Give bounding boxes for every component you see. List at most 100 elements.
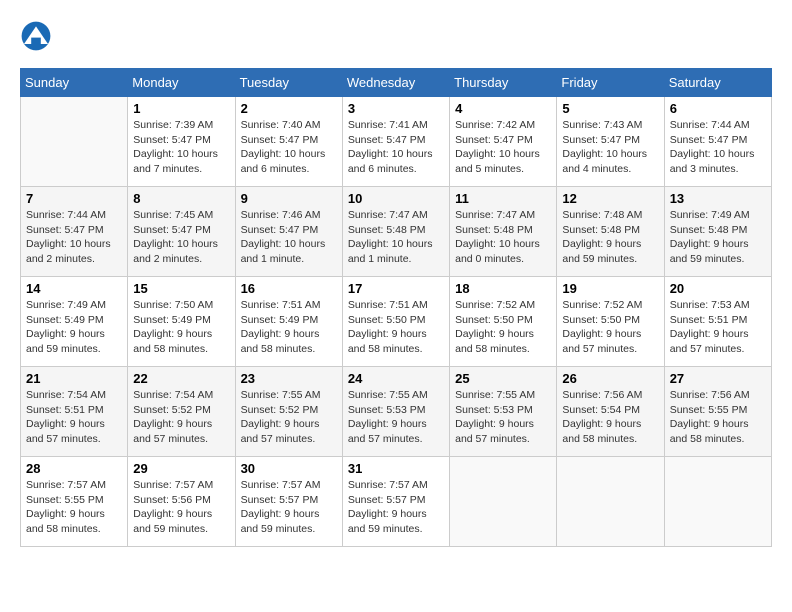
calendar-body: 1 Sunrise: 7:39 AMSunset: 5:47 PMDaylight…	[21, 97, 772, 547]
day-number: 12	[562, 191, 658, 206]
calendar-cell: 8Sunrise: 7:45 AMSunset: 5:47 PMDaylight…	[128, 187, 235, 277]
day-header-friday: Friday	[557, 69, 664, 97]
day-number: 29	[133, 461, 229, 476]
day-number: 24	[348, 371, 444, 386]
cell-info: Sunrise: 7:57 AMSunset: 5:56 PMDaylight:…	[133, 478, 229, 537]
day-header-thursday: Thursday	[450, 69, 557, 97]
calendar-week-row: 1 Sunrise: 7:39 AMSunset: 5:47 PMDaylight…	[21, 97, 772, 187]
day-number: 25	[455, 371, 551, 386]
cell-info: Sunrise: 7:55 AMSunset: 5:53 PMDaylight:…	[348, 388, 444, 447]
calendar-cell: 3 Sunrise: 7:41 AMSunset: 5:47 PMDaylight…	[342, 97, 449, 187]
calendar-cell	[21, 97, 128, 187]
day-number: 28	[26, 461, 122, 476]
logo-icon	[20, 20, 52, 52]
day-number: 5	[562, 101, 658, 116]
cell-info: Sunrise: 7:40 AMSunset: 5:47 PMDaylight:…	[241, 118, 337, 177]
day-header-wednesday: Wednesday	[342, 69, 449, 97]
calendar-cell: 31 Sunrise: 7:57 AMSunset: 5:57 PMDayligh…	[342, 457, 449, 547]
calendar-cell: 7Sunrise: 7:44 AMSunset: 5:47 PMDaylight…	[21, 187, 128, 277]
calendar-week-row: 21 Sunrise: 7:54 AMSunset: 5:51 PMDayligh…	[21, 367, 772, 457]
calendar-cell: 6Sunrise: 7:44 AMSunset: 5:47 PMDaylight…	[664, 97, 771, 187]
cell-info: Sunrise: 7:51 AMSunset: 5:50 PMDaylight:…	[348, 298, 444, 357]
day-number: 9	[241, 191, 337, 206]
day-header-monday: Monday	[128, 69, 235, 97]
day-number: 16	[241, 281, 337, 296]
cell-info: Sunrise: 7:51 AMSunset: 5:49 PMDaylight:…	[241, 298, 337, 357]
day-number: 8	[133, 191, 229, 206]
calendar-cell: 26 Sunrise: 7:56 AMSunset: 5:54 PMDayligh…	[557, 367, 664, 457]
calendar-cell: 16 Sunrise: 7:51 AMSunset: 5:49 PMDayligh…	[235, 277, 342, 367]
cell-info: Sunrise: 7:49 AMSunset: 5:49 PMDaylight:…	[26, 298, 122, 357]
day-number: 23	[241, 371, 337, 386]
day-number: 17	[348, 281, 444, 296]
day-number: 27	[670, 371, 766, 386]
calendar-cell	[450, 457, 557, 547]
day-number: 21	[26, 371, 122, 386]
calendar-cell: 24 Sunrise: 7:55 AMSunset: 5:53 PMDayligh…	[342, 367, 449, 457]
calendar-cell: 30 Sunrise: 7:57 AMSunset: 5:57 PMDayligh…	[235, 457, 342, 547]
day-number: 18	[455, 281, 551, 296]
calendar-week-row: 28 Sunrise: 7:57 AMSunset: 5:55 PMDayligh…	[21, 457, 772, 547]
cell-info: Sunrise: 7:55 AMSunset: 5:52 PMDaylight:…	[241, 388, 337, 447]
calendar-table: SundayMondayTuesdayWednesdayThursdayFrid…	[20, 68, 772, 547]
cell-info: Sunrise: 7:48 AMSunset: 5:48 PMDaylight:…	[562, 208, 658, 267]
cell-info: Sunrise: 7:52 AMSunset: 5:50 PMDaylight:…	[562, 298, 658, 357]
calendar-header: SundayMondayTuesdayWednesdayThursdayFrid…	[21, 69, 772, 97]
cell-info: Sunrise: 7:57 AMSunset: 5:57 PMDaylight:…	[348, 478, 444, 537]
calendar-cell: 27 Sunrise: 7:56 AMSunset: 5:55 PMDayligh…	[664, 367, 771, 457]
day-number: 3	[348, 101, 444, 116]
cell-info: Sunrise: 7:47 AMSunset: 5:48 PMDaylight:…	[348, 208, 444, 267]
cell-info: Sunrise: 7:56 AMSunset: 5:55 PMDaylight:…	[670, 388, 766, 447]
calendar-cell: 25 Sunrise: 7:55 AMSunset: 5:53 PMDayligh…	[450, 367, 557, 457]
calendar-week-row: 14Sunrise: 7:49 AMSunset: 5:49 PMDayligh…	[21, 277, 772, 367]
cell-info: Sunrise: 7:46 AMSunset: 5:47 PMDaylight:…	[241, 208, 337, 267]
cell-info: Sunrise: 7:41 AMSunset: 5:47 PMDaylight:…	[348, 118, 444, 177]
logo	[20, 20, 56, 52]
cell-info: Sunrise: 7:47 AMSunset: 5:48 PMDaylight:…	[455, 208, 551, 267]
cell-info: Sunrise: 7:53 AMSunset: 5:51 PMDaylight:…	[670, 298, 766, 357]
day-number: 22	[133, 371, 229, 386]
day-number: 26	[562, 371, 658, 386]
day-number: 2	[241, 101, 337, 116]
calendar-cell: 2 Sunrise: 7:40 AMSunset: 5:47 PMDaylight…	[235, 97, 342, 187]
cell-info: Sunrise: 7:39 AMSunset: 5:47 PMDaylight:…	[133, 118, 229, 177]
calendar-cell: 28 Sunrise: 7:57 AMSunset: 5:55 PMDayligh…	[21, 457, 128, 547]
calendar-cell: 4 Sunrise: 7:42 AMSunset: 5:47 PMDaylight…	[450, 97, 557, 187]
calendar-cell: 15 Sunrise: 7:50 AMSunset: 5:49 PMDayligh…	[128, 277, 235, 367]
cell-info: Sunrise: 7:50 AMSunset: 5:49 PMDaylight:…	[133, 298, 229, 357]
cell-info: Sunrise: 7:55 AMSunset: 5:53 PMDaylight:…	[455, 388, 551, 447]
cell-info: Sunrise: 7:54 AMSunset: 5:52 PMDaylight:…	[133, 388, 229, 447]
day-number: 7	[26, 191, 122, 206]
calendar-cell: 10Sunrise: 7:47 AMSunset: 5:48 PMDayligh…	[342, 187, 449, 277]
calendar-cell: 18 Sunrise: 7:52 AMSunset: 5:50 PMDayligh…	[450, 277, 557, 367]
calendar-cell: 14Sunrise: 7:49 AMSunset: 5:49 PMDayligh…	[21, 277, 128, 367]
day-number: 6	[670, 101, 766, 116]
day-header-sunday: Sunday	[21, 69, 128, 97]
cell-info: Sunrise: 7:57 AMSunset: 5:57 PMDaylight:…	[241, 478, 337, 537]
calendar-cell: 1 Sunrise: 7:39 AMSunset: 5:47 PMDaylight…	[128, 97, 235, 187]
calendar-cell: 19Sunrise: 7:52 AMSunset: 5:50 PMDayligh…	[557, 277, 664, 367]
day-header-tuesday: Tuesday	[235, 69, 342, 97]
cell-info: Sunrise: 7:57 AMSunset: 5:55 PMDaylight:…	[26, 478, 122, 537]
day-number: 31	[348, 461, 444, 476]
day-number: 11	[455, 191, 551, 206]
calendar-cell: 11 Sunrise: 7:47 AMSunset: 5:48 PMDayligh…	[450, 187, 557, 277]
cell-info: Sunrise: 7:54 AMSunset: 5:51 PMDaylight:…	[26, 388, 122, 447]
calendar-cell: 5 Sunrise: 7:43 AMSunset: 5:47 PMDaylight…	[557, 97, 664, 187]
calendar-cell: 17 Sunrise: 7:51 AMSunset: 5:50 PMDayligh…	[342, 277, 449, 367]
day-number: 15	[133, 281, 229, 296]
calendar-cell: 22 Sunrise: 7:54 AMSunset: 5:52 PMDayligh…	[128, 367, 235, 457]
cell-info: Sunrise: 7:43 AMSunset: 5:47 PMDaylight:…	[562, 118, 658, 177]
day-number: 30	[241, 461, 337, 476]
cell-info: Sunrise: 7:49 AMSunset: 5:48 PMDaylight:…	[670, 208, 766, 267]
calendar-cell: 12 Sunrise: 7:48 AMSunset: 5:48 PMDayligh…	[557, 187, 664, 277]
cell-info: Sunrise: 7:52 AMSunset: 5:50 PMDaylight:…	[455, 298, 551, 357]
day-number: 1	[133, 101, 229, 116]
calendar-cell: 23 Sunrise: 7:55 AMSunset: 5:52 PMDayligh…	[235, 367, 342, 457]
day-number: 4	[455, 101, 551, 116]
day-header-saturday: Saturday	[664, 69, 771, 97]
header	[20, 20, 772, 52]
cell-info: Sunrise: 7:56 AMSunset: 5:54 PMDaylight:…	[562, 388, 658, 447]
calendar-cell: 13Sunrise: 7:49 AMSunset: 5:48 PMDayligh…	[664, 187, 771, 277]
cell-info: Sunrise: 7:42 AMSunset: 5:47 PMDaylight:…	[455, 118, 551, 177]
